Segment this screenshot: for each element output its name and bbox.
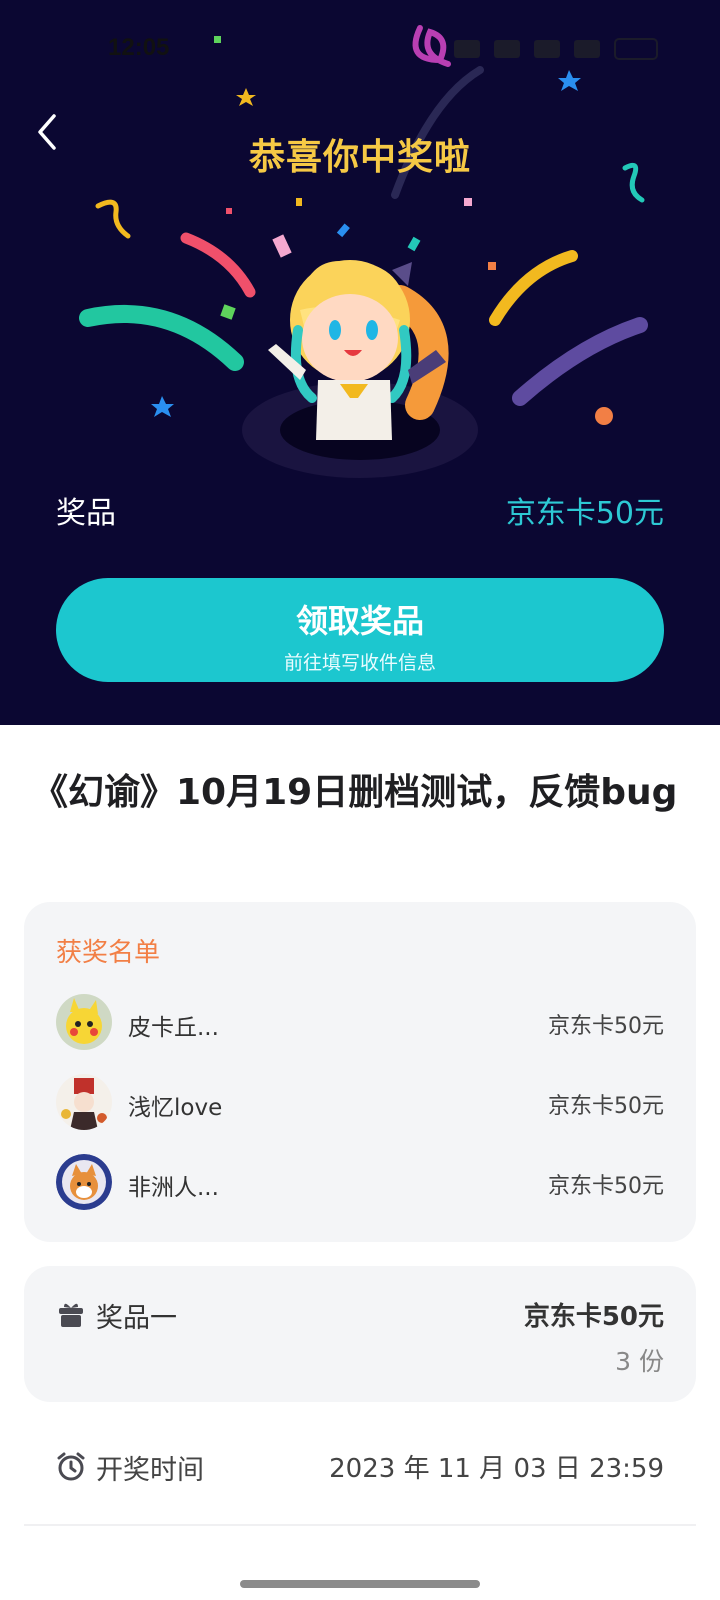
avatar — [56, 1074, 112, 1130]
avatar — [56, 994, 112, 1050]
divider — [24, 1524, 696, 1526]
winner-row[interactable]: 浅忆love 京东卡50元 — [56, 1072, 664, 1132]
winner-prize: 京东卡50元 — [548, 1174, 664, 1199]
winner-row[interactable]: 非洲人... 京东卡50元 — [56, 1152, 664, 1212]
signal-hd-icon — [494, 40, 520, 58]
status-time: 12:05 — [108, 34, 170, 61]
prize-value: 京东卡50元 — [505, 496, 664, 531]
prize-detail-value: 京东卡50元 — [523, 1302, 664, 1332]
claim-prize-sublabel: 前往填写收件信息 — [283, 652, 436, 674]
claim-prize-label: 领取奖品 — [295, 602, 424, 640]
draw-time-value: 2023 年 11 月 03 日 23:59 — [329, 1454, 664, 1484]
hero-banner: 12:05 恭喜你中奖啦 奖品 京东卡50元 领取奖品 前往填写收件信息 — [0, 0, 720, 725]
cellular-signal-icon — [574, 40, 600, 58]
prize-detail-label: 奖品一 — [96, 1303, 177, 1334]
battery-icon — [614, 38, 658, 60]
winner-row[interactable]: 皮卡丘... 京东卡50元 — [56, 992, 664, 1052]
gift-icon — [59, 1303, 83, 1327]
avatar — [56, 1154, 112, 1210]
prize-detail-quantity: 3 份 — [615, 1347, 664, 1376]
wifi-icon — [534, 40, 560, 58]
status-icons — [454, 38, 658, 60]
winner-name: 非洲人... — [128, 1175, 219, 1201]
page-title: 恭喜你中奖啦 — [248, 137, 471, 178]
home-indicator[interactable] — [240, 1580, 480, 1588]
prize-label: 奖品 — [56, 496, 116, 531]
claim-prize-button[interactable]: 领取奖品 前往填写收件信息 — [56, 578, 664, 682]
winner-prize: 京东卡50元 — [548, 1094, 664, 1119]
status-bar: 12:05 — [0, 30, 720, 66]
bluetooth-icon — [454, 40, 480, 58]
event-title: 《幻谕》10月19日删档测试，反馈bug — [32, 772, 678, 813]
winner-prize: 京东卡50元 — [548, 1014, 664, 1039]
prize-detail-card: 奖品一 京东卡50元 3 份 — [24, 1266, 696, 1402]
alarm-clock-icon — [57, 1452, 85, 1481]
draw-time-label: 开奖时间 — [96, 1455, 204, 1486]
draw-time-row: 开奖时间 2023 年 11 月 03 日 23:59 — [56, 1446, 664, 1486]
winner-list-card: 获奖名单 皮卡丘... 京东卡50元 浅忆love 京东卡50元 非洲人... … — [24, 902, 696, 1242]
winner-name: 皮卡丘... — [128, 1015, 219, 1041]
winner-list-heading: 获奖名单 — [56, 938, 161, 968]
winner-name: 浅忆love — [128, 1095, 223, 1121]
